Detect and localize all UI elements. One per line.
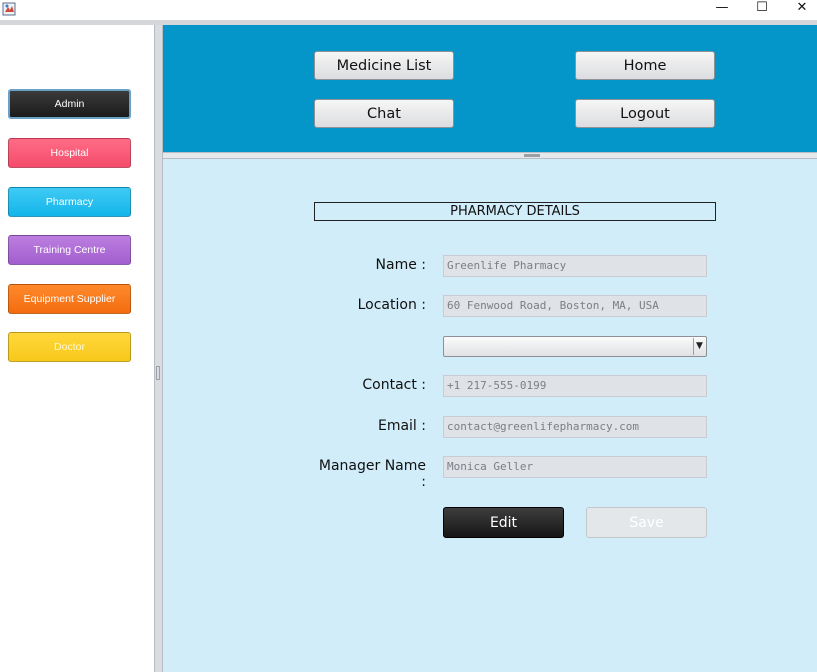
horizontal-split-divider[interactable] (163, 152, 817, 159)
name-field[interactable]: Greenlife Pharmacy (443, 255, 707, 277)
home-button[interactable]: Home (575, 51, 715, 80)
medicine-list-button[interactable]: Medicine List (314, 51, 454, 80)
name-label: Name : (375, 257, 426, 273)
edit-button[interactable]: Edit (443, 507, 564, 538)
top-nav-panel (163, 25, 817, 152)
horizontal-split-grip-icon[interactable] (524, 154, 540, 157)
page-title: PHARMACY DETAILS (314, 202, 716, 221)
manager-name-label: Manager Name : (318, 458, 426, 490)
contact-label: Contact : (362, 377, 426, 393)
vertical-split-grip-icon[interactable] (156, 366, 160, 380)
email-field[interactable]: contact@greenlifepharmacy.com (443, 416, 707, 438)
maximize-button[interactable]: ☐ (742, 0, 782, 18)
location-field[interactable]: 60 Fenwood Road, Boston, MA, USA (443, 295, 707, 317)
sidebar-item-admin[interactable]: Admin (8, 89, 131, 119)
close-button[interactable]: ✕ (782, 0, 817, 18)
save-button[interactable]: Save (586, 507, 707, 538)
logout-button[interactable]: Logout (575, 99, 715, 128)
sidebar-item-equipment-supplier[interactable]: Equipment Supplier (8, 284, 131, 314)
sidebar-item-pharmacy[interactable]: Pharmacy (8, 187, 131, 217)
city-dropdown[interactable]: ▼ (443, 336, 707, 357)
chat-button[interactable]: Chat (314, 99, 454, 128)
email-label: Email : (377, 418, 426, 434)
sidebar-item-training-centre[interactable]: Training Centre (8, 235, 131, 265)
chevron-down-icon[interactable]: ▼ (693, 338, 705, 355)
sidebar-item-doctor[interactable]: Doctor (8, 332, 131, 362)
java-app-icon (2, 2, 16, 16)
title-bar: — ☐ ✕ (0, 0, 817, 20)
minimize-button[interactable]: — (702, 0, 742, 18)
contact-field[interactable]: +1 217-555-0199 (443, 375, 707, 397)
manager-name-field[interactable]: Monica Geller (443, 456, 707, 478)
vertical-split-divider[interactable] (154, 25, 163, 672)
location-label: Location : (357, 297, 426, 313)
sidebar-item-hospital[interactable]: Hospital (8, 138, 131, 168)
